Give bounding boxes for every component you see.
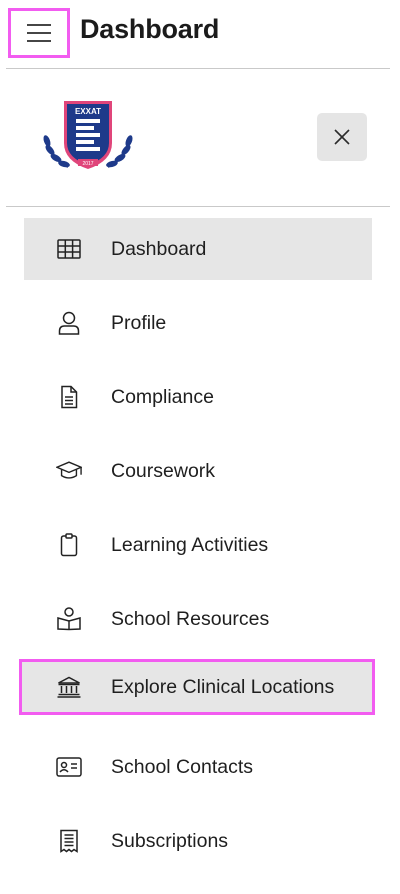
institution-icon <box>56 674 82 700</box>
graduation-cap-icon <box>56 458 82 484</box>
user-icon <box>56 310 82 336</box>
svg-text:2017: 2017 <box>82 161 93 167</box>
sidebar-item-label: Coursework <box>111 459 216 482</box>
sidebar-item-label: Dashboard <box>111 237 207 260</box>
grid-icon <box>56 236 82 262</box>
sidebar-item-label: Subscriptions <box>111 829 229 852</box>
hamburger-menu-button[interactable] <box>8 8 70 58</box>
sidebar-item-compliance[interactable]: Compliance <box>24 366 372 428</box>
sidebar-item-school-contacts[interactable]: School Contacts <box>24 736 372 798</box>
page-title: Dashboard <box>80 14 220 44</box>
logo-divider <box>6 206 390 207</box>
hamburger-icon <box>27 24 51 42</box>
close-menu-button[interactable] <box>317 113 367 161</box>
sidebar-item-subscriptions[interactable]: Subscriptions <box>24 810 372 872</box>
contact-card-icon <box>56 754 82 780</box>
close-icon <box>334 129 350 145</box>
header-divider <box>6 68 390 69</box>
sidebar-item-learning-activities[interactable]: Learning Activities <box>24 514 372 576</box>
sidebar-item-label: School Contacts <box>111 755 253 778</box>
sidebar-item-label: Compliance <box>111 385 214 408</box>
sidebar-item-explore-clinical-locations[interactable]: Explore Clinical Locations <box>19 659 375 715</box>
sidebar-item-label: Profile <box>111 311 167 334</box>
svg-text:EXXAT: EXXAT <box>75 107 101 116</box>
clipboard-icon <box>56 532 82 558</box>
receipt-icon <box>56 828 82 854</box>
document-icon <box>56 384 82 410</box>
sidebar-item-profile[interactable]: Profile <box>24 292 372 354</box>
exxat-logo: EXXAT 2017 <box>38 97 138 175</box>
sidebar-item-label: School Resources <box>111 607 270 630</box>
sidebar-item-label: Explore Clinical Locations <box>111 675 335 698</box>
sidebar-item-dashboard[interactable]: Dashboard <box>24 218 372 280</box>
sidebar-item-label: Learning Activities <box>111 533 269 556</box>
top-bar: Dashboard <box>0 0 400 68</box>
book-reader-icon <box>56 606 82 632</box>
sidebar-item-coursework[interactable]: Coursework <box>24 440 372 502</box>
sidebar-item-school-resources[interactable]: School Resources <box>24 588 372 650</box>
